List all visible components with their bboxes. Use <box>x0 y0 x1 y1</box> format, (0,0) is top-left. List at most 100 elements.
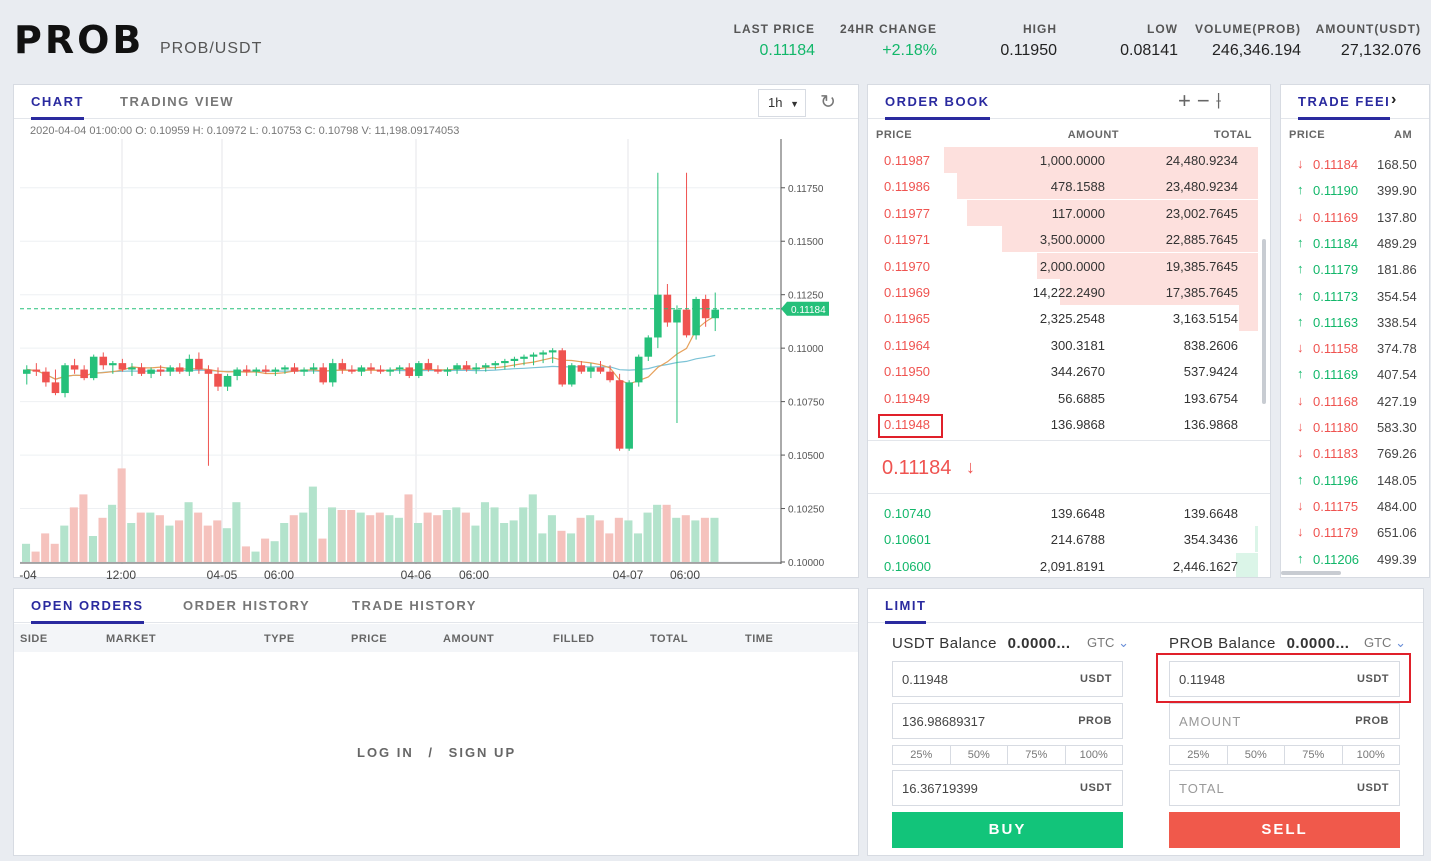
chevron-down-icon: ▼ <box>790 99 800 109</box>
volume-bar <box>184 502 193 562</box>
sell-amount-input[interactable]: AMOUNT PROB <box>1169 703 1400 739</box>
tab-trade-feed[interactable]: TRADE FEEI <box>1298 94 1391 120</box>
auth-links: LOG IN / SIGN UP <box>357 745 517 760</box>
orders-panel: OPEN ORDERS ORDER HISTORY TRADE HISTORY … <box>13 588 859 856</box>
candlestick-chart[interactable]: 0.11750 0.11500 0.11250 0.11000 0.10750 0.105… <box>14 119 860 579</box>
ask-row[interactable]: 0.11949 56.6885 193.6754 <box>868 385 1258 411</box>
volume-bar <box>136 512 145 562</box>
sell-25-button[interactable]: 25% <box>1170 746 1228 764</box>
volume-bar <box>203 525 212 562</box>
sell-price-input[interactable]: 0.11948 USDT <box>1169 661 1400 697</box>
tab-trading-view[interactable]: TRADING VIEW <box>120 94 234 109</box>
ask-row[interactable]: 0.11969 14,222.2490 17,385.7645 <box>868 279 1258 305</box>
ask-row[interactable]: 0.11971 3,500.0000 22,885.7645 <box>868 226 1258 253</box>
volume-bar <box>681 515 690 562</box>
sell-total-input[interactable]: TOTAL USDT <box>1169 770 1400 806</box>
arrow-down-icon: ↓ <box>1297 497 1304 513</box>
row-total: 24,480.9234 <box>1165 153 1238 168</box>
zoom-out-icon[interactable]: − <box>1197 88 1216 113</box>
tab-chart[interactable]: CHART <box>31 94 84 120</box>
trade-row: ↑ 0.11169 407.54 <box>1281 361 1429 387</box>
row-total: 838.2606 <box>1183 337 1238 353</box>
login-link[interactable]: LOG IN <box>357 745 414 760</box>
sell-100-button[interactable]: 100% <box>1343 746 1400 764</box>
ask-row[interactable]: 0.11977 117.0000 23,002.7645 <box>868 199 1258 226</box>
depth-bar <box>1235 552 1258 577</box>
sell-button[interactable]: SELL <box>1169 812 1400 848</box>
buy-100-button[interactable]: 100% <box>1066 746 1123 764</box>
tab-limit[interactable]: LIMIT <box>885 598 927 624</box>
ask-row[interactable]: 0.11964 300.3181 838.2606 <box>868 332 1258 358</box>
candle-body <box>309 367 318 370</box>
volume-bar <box>672 517 681 562</box>
buy-amount-input[interactable]: 136.98689317 PROB <box>892 703 1123 739</box>
tab-order-book[interactable]: ORDER BOOK <box>885 94 990 120</box>
row-amount: 14,222.2490 <box>1032 285 1105 300</box>
signup-link[interactable]: SIGN UP <box>449 745 516 760</box>
ask-row[interactable]: 0.11970 2,000.0000 19,385.7645 <box>868 252 1258 279</box>
candle-body <box>204 369 213 374</box>
volume-bar <box>41 533 50 562</box>
candle-body <box>529 354 538 357</box>
ask-row[interactable]: 0.11986 478.1588 23,480.9234 <box>868 173 1258 200</box>
candle-body <box>262 369 270 372</box>
bid-row[interactable]: 0.10600 2,091.8191 2,446.1627 <box>868 552 1258 577</box>
trade-row: ↑ 0.11184 489.29 <box>1281 230 1429 256</box>
candle-body <box>472 367 480 370</box>
buy-total-input[interactable]: 16.36719399 USDT <box>892 770 1123 806</box>
volume-bar <box>710 517 719 562</box>
volume-bar <box>643 512 652 562</box>
tab-order-history[interactable]: ORDER HISTORY <box>183 598 310 613</box>
candle-body <box>539 352 547 355</box>
trade-row: ↑ 0.11196 148.05 <box>1281 467 1429 493</box>
trade-row: ↑ 0.11173 354.54 <box>1281 283 1429 309</box>
sell-50-button[interactable]: 50% <box>1228 746 1285 764</box>
candle-body <box>348 369 356 372</box>
bid-row[interactable]: 0.10740 139.6648 139.6648 <box>868 500 1258 526</box>
buy-25-button[interactable]: 25% <box>893 746 951 764</box>
candle-body <box>118 363 127 370</box>
sell-75-button[interactable]: 75% <box>1285 746 1343 764</box>
arrow-down-icon: ↓ <box>1297 340 1304 356</box>
row-amount: 1,000.0000 <box>1039 153 1105 168</box>
buy-gtc-select[interactable]: GTC ⌄ <box>1087 635 1129 651</box>
bid-row[interactable]: 0.10601 214.6788 354.3436 <box>868 526 1258 553</box>
tab-trade-history[interactable]: TRADE HISTORY <box>352 598 477 613</box>
trade-row: ↓ 0.11169 137.80 <box>1281 204 1429 230</box>
candle-body <box>634 356 643 383</box>
buy-50-button[interactable]: 50% <box>951 746 1008 764</box>
row-amount: 136.9868 <box>1050 417 1105 432</box>
arrow-up-icon: ↑ <box>1297 550 1304 566</box>
tab-open-orders[interactable]: OPEN ORDERS <box>31 598 144 624</box>
buy-75-button[interactable]: 75% <box>1008 746 1066 764</box>
trade-price: 0.11180 <box>1313 420 1359 435</box>
trade-price: 0.11163 <box>1313 314 1359 330</box>
ask-row[interactable]: 0.11965 2,325.2548 3,163.5154 <box>868 305 1258 332</box>
volume-bar <box>194 512 203 562</box>
volume-bar <box>366 515 375 562</box>
group-icon[interactable]: ⟊ <box>1216 88 1228 113</box>
buy-price-input[interactable]: 0.11948 USDT <box>892 661 1123 697</box>
volume-bar <box>576 517 585 562</box>
volume-bar <box>117 468 126 562</box>
candle-body <box>242 369 251 372</box>
ask-row[interactable]: 0.11987 1,000.0000 24,480.9234 <box>868 147 1258 173</box>
scrollbar[interactable] <box>1281 571 1341 575</box>
scrollbar[interactable] <box>1262 239 1266 404</box>
col-price: PRICE <box>876 129 913 141</box>
candle-body <box>577 365 586 372</box>
x-tick-label: -04 <box>19 568 37 579</box>
chevron-right-icon[interactable]: › <box>1391 91 1396 109</box>
candle-body <box>99 356 108 366</box>
volume-bar <box>308 486 317 562</box>
buy-button[interactable]: BUY <box>892 812 1123 848</box>
trade-price: 0.11179 <box>1313 262 1359 278</box>
ask-row[interactable]: 0.11950 344.2670 537.9424 <box>868 358 1258 384</box>
row-amount: 3,500.0000 <box>1039 232 1105 248</box>
candle-body <box>80 369 88 379</box>
refresh-icon[interactable]: ↻ <box>820 91 836 114</box>
interval-select[interactable]: 1h ▼ <box>758 89 806 117</box>
sell-gtc-select[interactable]: GTC ⌄ <box>1364 635 1406 651</box>
zoom-in-icon[interactable]: + <box>1178 88 1197 113</box>
candle-body <box>682 309 691 336</box>
